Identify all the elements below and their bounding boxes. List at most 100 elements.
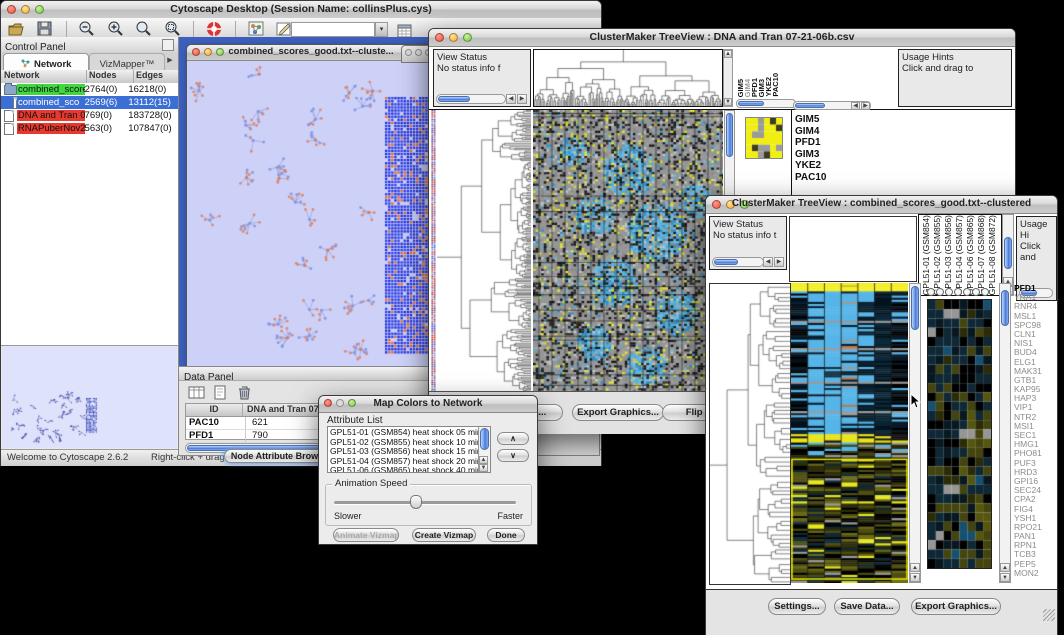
zoom-selected-icon[interactable]	[134, 20, 154, 38]
view-status-hscrollbar[interactable]	[436, 94, 506, 104]
tv1-genes-hscrollbar[interactable]: ◀ ▶	[793, 101, 871, 110]
resize-grip[interactable]	[1043, 609, 1055, 621]
hscroll-thumb[interactable]	[795, 103, 825, 108]
treeview2-titlebar[interactable]: ClusterMaker TreeView : combined_scores_…	[706, 196, 1057, 214]
tv1-mini-vscrollbar[interactable]: ▲ ▼	[723, 49, 733, 107]
minimize-icon[interactable]	[415, 49, 422, 56]
gene-label[interactable]: PFD1	[795, 137, 855, 149]
view-status-hscrollbar[interactable]	[712, 257, 764, 267]
tv1-column-dendrogram[interactable]	[533, 49, 723, 107]
column-dendrogram-canvas[interactable]	[534, 50, 722, 106]
export-graphics-button[interactable]: Export Graphics...	[911, 598, 1001, 615]
view-status-label: View Status	[713, 219, 783, 230]
treeview1-titlebar[interactable]: ClusterMaker TreeView : DNA and Tran 07-…	[429, 29, 1015, 47]
birdseye-canvas[interactable]	[2, 346, 177, 448]
speed-slider-thumb[interactable]	[410, 495, 422, 509]
scroll-right-icon[interactable]: ▶	[517, 94, 527, 104]
column-flip-icon[interactable]	[981, 288, 989, 296]
animate-vizmap-button[interactable]: Animate Vizmap	[333, 528, 399, 542]
settings-button[interactable]: Settings...	[768, 598, 826, 615]
zoom-fit-icon[interactable]	[163, 20, 183, 38]
tv1-gene-list[interactable]: GIM5GIM4PFD1GIM3YKE2PAC10	[795, 114, 855, 183]
float-panel-icon[interactable]	[162, 39, 174, 51]
map-colors-dialog: Map Colors to Network Attribute List GPL…	[318, 395, 538, 545]
node-appearance-icon[interactable]	[247, 20, 267, 38]
column-flip-icon[interactable]	[927, 288, 935, 296]
dialog-titlebar[interactable]: Map Colors to Network	[319, 396, 537, 413]
zoom-in-icon[interactable]	[106, 20, 126, 38]
done-button[interactable]: Done	[487, 528, 525, 542]
scroll-left-icon[interactable]: ◀	[763, 257, 773, 267]
new-attribute-icon[interactable]	[211, 385, 231, 403]
gene-label[interactable]: PAC10	[795, 172, 855, 184]
speed-slider-track[interactable]	[334, 501, 516, 504]
tv2-column-buttons[interactable]	[927, 288, 993, 296]
main-titlebar[interactable]: Cytoscape Desktop (Session Name: collins…	[1, 1, 601, 19]
table-col-id[interactable]: ID	[186, 404, 243, 416]
column-flip-icon[interactable]	[945, 288, 953, 296]
gene-label[interactable]: GIM3	[795, 149, 855, 161]
help-lifering-icon[interactable]	[205, 20, 225, 38]
attribute-item[interactable]: GPL51-06 (GSM865) heat shock 40 min	[328, 466, 478, 473]
network-row[interactable]: DNA and Tran 07769(0)183728(0)	[1, 109, 178, 122]
scroll-left-icon[interactable]: ◀	[506, 94, 516, 104]
tv2-row-dendrogram[interactable]	[709, 283, 791, 585]
tv1-column-labels: GIM5GIM4PFD1GIM3YKE2PAC10	[736, 49, 782, 97]
delete-attribute-icon[interactable]	[235, 385, 255, 403]
gene-label[interactable]: GIM5	[795, 114, 855, 126]
open-folder-icon[interactable]	[7, 20, 27, 38]
gene-label[interactable]: MON2	[1014, 569, 1056, 578]
tv1-summary-matrix[interactable]	[745, 117, 783, 159]
tab-overflow-button[interactable]: ▶	[164, 55, 176, 67]
search-dropdown-icon[interactable]: ▾	[375, 22, 388, 37]
node-attribute-browser-tab[interactable]: Node Attribute Brows	[224, 449, 330, 463]
search-input[interactable]	[291, 22, 375, 37]
tv1-heatmap[interactable]	[533, 110, 723, 392]
gene-label[interactable]: YKE2	[795, 160, 855, 172]
close-icon[interactable]	[405, 49, 412, 56]
network-row[interactable]: combined_sco2569(6)13112(15)	[1, 96, 178, 109]
col-network[interactable]: Network	[1, 70, 87, 83]
tv2-genes-vscrollbar[interactable]: ▲ ▼	[999, 283, 1011, 583]
vscroll-thumb[interactable]	[1001, 290, 1009, 326]
save-data-button[interactable]: Save Data...	[834, 598, 900, 615]
vscroll-thumb[interactable]	[911, 286, 919, 330]
tab-network[interactable]: Network	[3, 53, 89, 70]
tv1-row-dendrogram[interactable]	[437, 110, 531, 392]
create-vizmap-button[interactable]: Create Vizmap	[412, 528, 476, 542]
save-icon[interactable]	[35, 20, 55, 38]
tv1-labels-hscrollbar[interactable]	[736, 99, 796, 108]
network-view-titlebar[interactable]: combined_scores_good.txt--cluste...	[187, 45, 435, 61]
col-nodes[interactable]: Nodes	[87, 70, 134, 83]
zoom-out-icon[interactable]	[77, 20, 97, 38]
column-flip-icon[interactable]	[936, 288, 944, 296]
tv2-gene-list[interactable]: PFD1YRA1RNR4MSL1SPC98CLN1NIS1BUD4ELG1MAK…	[1014, 284, 1056, 580]
gene-label[interactable]: GIM4	[795, 126, 855, 138]
hscroll-thumb[interactable]	[714, 259, 738, 265]
network-canvas[interactable]	[187, 61, 433, 366]
column-flip-icon[interactable]	[972, 288, 980, 296]
vscroll-thumb[interactable]	[726, 113, 733, 157]
tv2-heatmap[interactable]	[791, 283, 908, 583]
vscroll-thumb[interactable]	[480, 428, 489, 450]
listbox-vscrollbar[interactable]: ▲ ▼	[478, 427, 490, 472]
hscroll-thumb[interactable]	[738, 101, 764, 106]
hscroll-thumb[interactable]	[438, 96, 470, 102]
network-row[interactable]: RNAPuberNov2+!563(0)107847(0)	[1, 122, 178, 135]
attribute-select-icon[interactable]	[187, 385, 207, 403]
col-edges[interactable]: Edges	[134, 70, 178, 83]
tab-vizmapper[interactable]: VizMapper™	[89, 53, 165, 70]
export-graphics-button[interactable]: Export Graphics...	[572, 404, 664, 421]
scroll-right-icon[interactable]: ▶	[774, 257, 784, 267]
tv2-heatmap-vscrollbar[interactable]: ▲ ▼	[909, 283, 921, 583]
tv2-zoom-heatmap[interactable]	[927, 299, 992, 569]
network-row[interactable]: combined_scores2764(0)16218(0)	[1, 83, 178, 96]
column-flip-icon[interactable]	[963, 288, 971, 296]
birdseye-view[interactable]	[2, 345, 177, 448]
vscroll-thumb[interactable]	[1004, 237, 1012, 269]
tv2-column-dendrogram-area[interactable]	[789, 216, 917, 282]
attribute-listbox[interactable]: GPL51-01 (GSM854) heat shock 05 minGPL51…	[327, 426, 491, 473]
move-up-button[interactable]: ∧	[497, 432, 529, 445]
move-down-button[interactable]: ∨	[497, 449, 529, 462]
column-flip-icon[interactable]	[954, 288, 962, 296]
